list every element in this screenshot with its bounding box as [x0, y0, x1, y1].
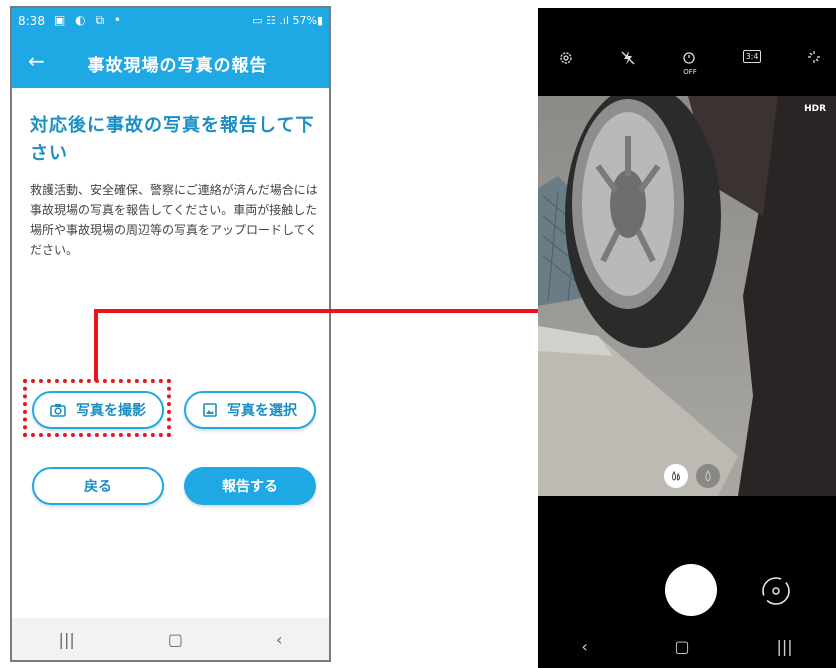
sparkle-icon[interactable]: [800, 50, 828, 68]
app-bar: ← 事故現場の写真の報告: [12, 36, 329, 88]
timer-off-icon[interactable]: OFF: [676, 50, 704, 76]
viewfinder-scene: [538, 96, 836, 496]
notification-icons: ▣ ◐ ⧉ •: [54, 13, 124, 27]
status-bar: 8:38 ▣ ◐ ⧉ • ▭ ☷ .ıl 57%▮: [12, 8, 329, 36]
drop-icon[interactable]: [664, 464, 688, 488]
home-icon[interactable]: ▢: [168, 630, 183, 649]
section-heading: 対応後に事故の写真を報告して下さい: [30, 115, 315, 164]
home-icon[interactable]: ▢: [675, 637, 690, 656]
hdr-label: HDR: [804, 104, 826, 114]
system-nav-bar: ||| ▢ ‹: [12, 618, 329, 660]
instruction-text: 救護活動、安全確保、警察にご連絡が済んだ場合には事故現場の写真を報告してください…: [30, 183, 318, 257]
back-button[interactable]: 戻る: [32, 467, 164, 505]
back-nav-icon[interactable]: ‹: [581, 637, 587, 656]
app-screen: 8:38 ▣ ◐ ⧉ • ▭ ☷ .ıl 57%▮ ← 事故現場の写真の報告 対…: [10, 6, 331, 662]
flash-off-icon[interactable]: [614, 50, 642, 70]
page-title: 事故現場の写真の報告: [87, 56, 268, 76]
system-nav-bar-camera: ‹ ▢ |||: [538, 624, 836, 668]
gallery-icon: [203, 403, 217, 417]
camera-viewfinder[interactable]: HDR: [538, 96, 836, 496]
battery-signal-status: ▭ ☷ .ıl 57%▮: [252, 14, 323, 27]
recent-apps-icon[interactable]: |||: [776, 637, 792, 656]
back-label: 戻る: [84, 479, 112, 495]
flip-camera-icon[interactable]: [759, 574, 793, 608]
timer-off-label: OFF: [683, 68, 697, 76]
connector-horizontal: [94, 309, 540, 313]
report-label: 報告する: [222, 479, 278, 495]
recent-apps-icon[interactable]: |||: [59, 630, 75, 649]
gear-icon[interactable]: [552, 50, 580, 70]
connector-vertical: [94, 309, 98, 381]
ratio-label: 3:4: [742, 50, 762, 63]
status-time: 8:38: [18, 14, 45, 28]
camera-screen: OFF 3:4 HDR ‹ ▢ |||: [538, 8, 836, 668]
select-photo-button[interactable]: 写真を選択: [184, 391, 316, 429]
drop-alt-icon[interactable]: [696, 464, 720, 488]
highlight-box: [23, 379, 171, 437]
select-photo-label: 写真を選択: [227, 403, 297, 419]
ratio-icon[interactable]: 3:4: [738, 50, 766, 63]
back-nav-icon[interactable]: ‹: [276, 630, 282, 649]
camera-toolbar: OFF 3:4: [538, 8, 836, 96]
report-button[interactable]: 報告する: [184, 467, 316, 505]
shutter-button[interactable]: [665, 564, 717, 616]
